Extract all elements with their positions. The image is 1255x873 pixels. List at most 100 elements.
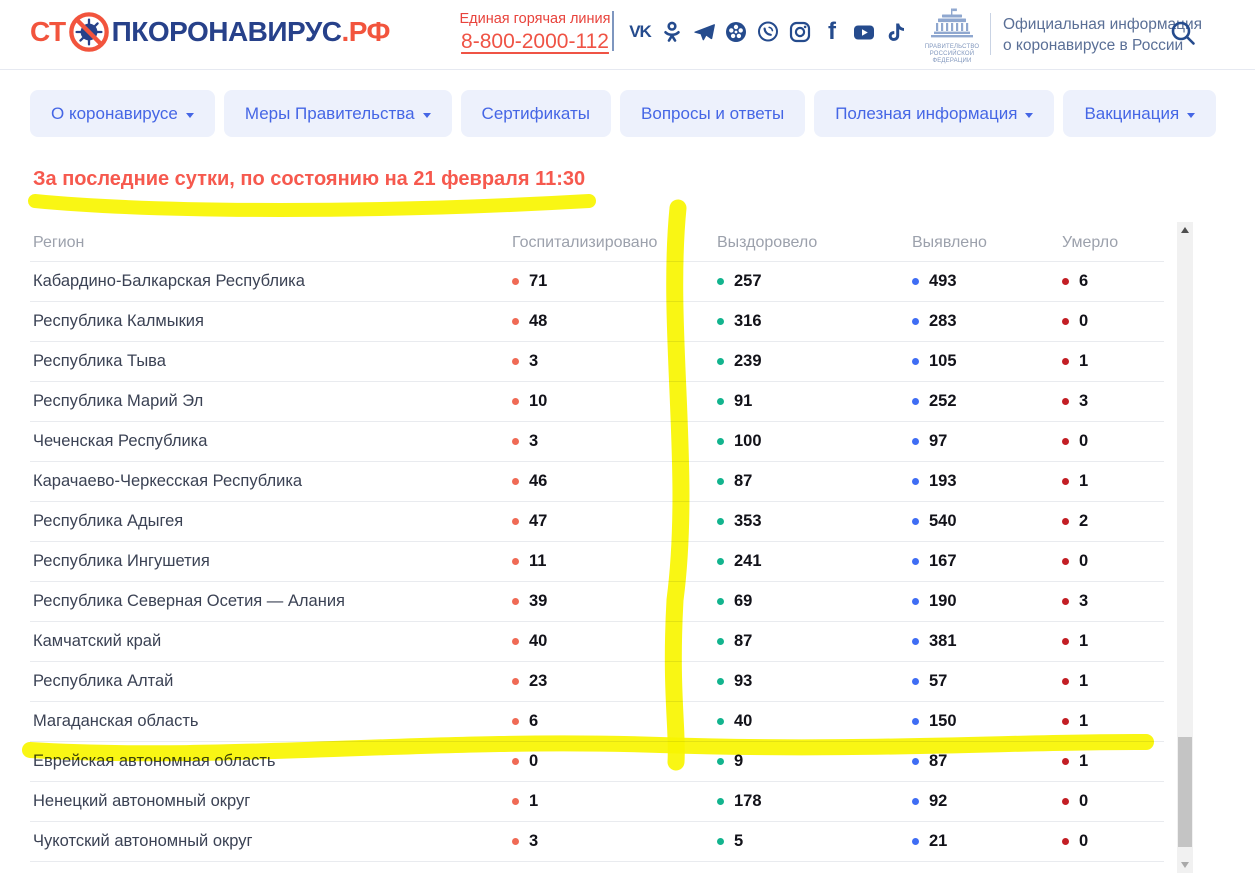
viber-icon[interactable] — [756, 20, 780, 44]
died-value: 1 — [1079, 752, 1088, 771]
died-value: 1 — [1079, 352, 1088, 371]
tiktok-icon[interactable] — [884, 20, 908, 44]
recovered-cell: 91 — [717, 392, 912, 411]
chevron-down-icon — [423, 113, 431, 118]
hospitalized-value: 3 — [529, 832, 538, 851]
column-header-died: Умерло — [1062, 234, 1164, 252]
hospitalized-cell: 3 — [512, 432, 717, 451]
died-dot-icon — [1062, 278, 1069, 285]
identified-value: 97 — [929, 432, 947, 451]
recovered-cell: 87 — [717, 632, 912, 651]
nav-button[interactable]: Сертификаты — [461, 90, 611, 137]
table-row: Республика Марий Эл 10 91 252 3 — [30, 382, 1164, 422]
hospitalized-dot-icon — [512, 478, 519, 485]
identified-value: 283 — [929, 312, 957, 331]
identified-dot-icon — [912, 678, 919, 685]
hospitalized-value: 11 — [529, 552, 546, 571]
table-header-row: Регион Госпитализировано Выздоровело Выя… — [30, 224, 1164, 262]
scrollbar-down-button[interactable] — [1177, 857, 1193, 873]
nav-button[interactable]: Полезная информация — [814, 90, 1054, 137]
instagram-icon[interactable] — [788, 20, 812, 44]
died-value: 3 — [1079, 592, 1088, 611]
recovered-dot-icon — [717, 558, 724, 565]
scrollbar-track[interactable] — [1177, 222, 1193, 873]
died-value: 0 — [1079, 792, 1088, 811]
header-divider-1 — [612, 11, 614, 51]
recovered-value: 353 — [734, 512, 762, 531]
vk-icon[interactable]: VK — [628, 20, 652, 44]
nav-button[interactable]: Вакцинация — [1063, 90, 1216, 137]
hospitalized-value: 40 — [529, 632, 547, 651]
died-cell: 0 — [1062, 552, 1164, 571]
hospitalized-dot-icon — [512, 758, 519, 765]
government-emblem-caption: ПРАВИТЕЛЬСТВО РОССИЙСКОЙ ФЕДЕРАЦИИ — [921, 44, 983, 65]
hospitalized-dot-icon — [512, 438, 519, 445]
nav-button[interactable]: О коронавирусе — [30, 90, 215, 137]
site-logo[interactable]: СТ ПКОРОНАВИРУС .РФ — [30, 9, 390, 55]
zen-icon[interactable] — [724, 20, 748, 44]
recovered-cell: 353 — [717, 512, 912, 531]
recovered-cell: 9 — [717, 752, 912, 771]
odnoklassniki-icon[interactable] — [660, 20, 684, 44]
hospitalized-dot-icon — [512, 838, 519, 845]
hospitalized-dot-icon — [512, 798, 519, 805]
identified-cell: 252 — [912, 392, 1062, 411]
hospitalized-dot-icon — [512, 278, 519, 285]
died-cell: 3 — [1062, 592, 1164, 611]
hospitalized-value: 23 — [529, 672, 547, 691]
identified-value: 493 — [929, 272, 957, 291]
scrollbar-up-button[interactable] — [1177, 222, 1193, 238]
identified-dot-icon — [912, 598, 919, 605]
hospitalized-value: 3 — [529, 432, 538, 451]
region-name: Республика Адыгея — [33, 512, 512, 531]
died-value: 0 — [1079, 312, 1088, 331]
recovered-cell: 178 — [717, 792, 912, 811]
identified-value: 167 — [929, 552, 957, 571]
youtube-icon[interactable] — [852, 20, 876, 44]
virus-prohibited-icon — [68, 11, 110, 53]
nav-button-label: Меры Правительства — [245, 104, 415, 124]
identified-cell: 493 — [912, 272, 1062, 291]
died-cell: 1 — [1062, 632, 1164, 651]
table-row: Камчатский край 40 87 381 1 — [30, 622, 1164, 662]
recovered-value: 93 — [734, 672, 752, 691]
identified-cell: 87 — [912, 752, 1062, 771]
recovered-dot-icon — [717, 758, 724, 765]
identified-value: 150 — [929, 712, 957, 731]
facebook-icon[interactable]: f — [820, 20, 844, 44]
recovered-value: 91 — [734, 392, 752, 411]
identified-cell: 167 — [912, 552, 1062, 571]
nav-button[interactable]: Вопросы и ответы — [620, 90, 805, 137]
identified-dot-icon — [912, 398, 919, 405]
nav-button-label: Вакцинация — [1084, 104, 1179, 124]
scrollbar-thumb[interactable] — [1178, 737, 1192, 847]
died-value: 0 — [1079, 432, 1088, 451]
identified-value: 92 — [929, 792, 947, 811]
main-nav: О коронавирусе Меры Правительства Сертиф… — [30, 90, 1216, 137]
recovered-cell: 316 — [717, 312, 912, 331]
hospitalized-dot-icon — [512, 398, 519, 405]
chevron-down-icon — [186, 113, 194, 118]
region-name: Ненецкий автономный округ — [33, 792, 512, 811]
died-value: 0 — [1079, 832, 1088, 851]
recovered-cell: 40 — [717, 712, 912, 731]
nav-button[interactable]: Меры Правительства — [224, 90, 452, 137]
died-dot-icon — [1062, 398, 1069, 405]
hotline-phone-link[interactable]: 8-800-2000-112 — [461, 30, 609, 54]
recovered-value: 178 — [734, 792, 762, 811]
recovered-value: 87 — [734, 632, 752, 651]
search-button[interactable] — [1168, 18, 1198, 48]
logo-text-koronavirus: ПКОРОНАВИРУС — [112, 9, 342, 55]
identified-cell: 381 — [912, 632, 1062, 651]
died-cell: 6 — [1062, 272, 1164, 291]
died-cell: 1 — [1062, 712, 1164, 731]
column-header-recovered: Выздоровело — [717, 234, 912, 252]
government-emblem-block[interactable]: ПРАВИТЕЛЬСТВО РОССИЙСКОЙ ФЕДЕРАЦИИ — [921, 8, 983, 65]
died-value: 1 — [1079, 712, 1088, 731]
telegram-icon[interactable] — [692, 20, 716, 44]
hotline-label: Единая горячая линия — [450, 11, 620, 27]
hospitalized-value: 39 — [529, 592, 547, 611]
identified-cell: 21 — [912, 832, 1062, 851]
recovered-dot-icon — [717, 838, 724, 845]
hospitalized-cell: 23 — [512, 672, 717, 691]
